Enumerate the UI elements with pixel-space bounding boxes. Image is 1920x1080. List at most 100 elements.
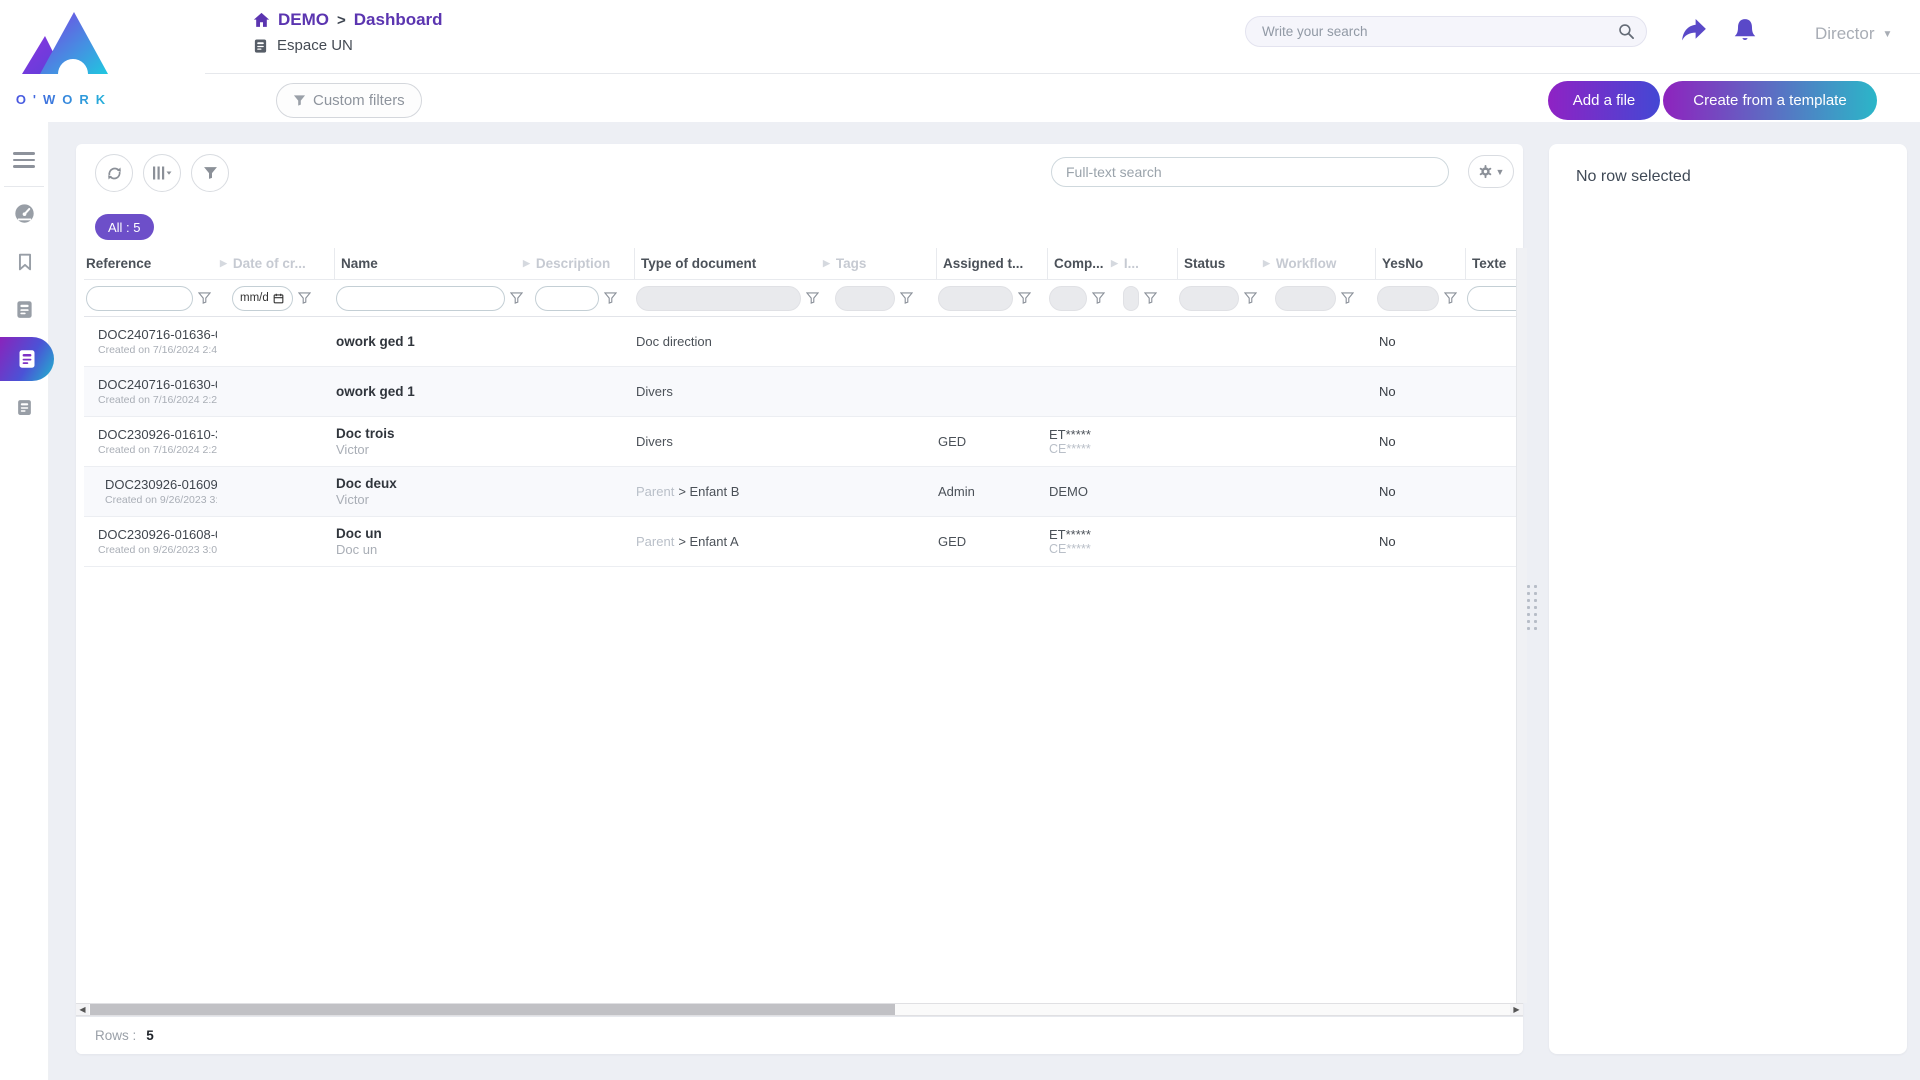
journal-icon xyxy=(17,349,37,369)
search-icon[interactable] xyxy=(1618,23,1635,40)
col-header-description[interactable]: ▶Description xyxy=(520,248,634,279)
funnel-icon[interactable] xyxy=(1018,292,1031,304)
filter-input-name[interactable] xyxy=(336,286,505,311)
col-header-texte[interactable]: Texte xyxy=(1465,248,1523,279)
add-file-button[interactable]: Add a file xyxy=(1548,81,1660,120)
yesno-cell: No xyxy=(1375,334,1465,349)
breadcrumb-current[interactable]: Dashboard xyxy=(354,10,443,30)
col-header-assigned[interactable]: Assigned t... xyxy=(936,248,1047,279)
filter-input-description[interactable] xyxy=(535,286,599,311)
col-header-reference[interactable]: Reference xyxy=(84,248,217,279)
fulltext-search-input[interactable] xyxy=(1051,157,1449,187)
yesno-cell: No xyxy=(1375,384,1465,399)
funnel-icon xyxy=(293,94,306,107)
col-header-i[interactable]: ▶I... xyxy=(1108,248,1177,279)
create-from-template-button[interactable]: Create from a template xyxy=(1663,81,1877,120)
col-header-name[interactable]: Name xyxy=(334,248,520,279)
assigned-cell: GED xyxy=(936,534,1047,549)
sidebar-item-documents[interactable] xyxy=(0,289,49,331)
table-row[interactable]: DOC230926-01610-3Created on 7/16/2024 2:… xyxy=(84,417,1523,467)
gear-icon xyxy=(1478,164,1493,179)
funnel-icon[interactable] xyxy=(1144,292,1157,304)
filter-input-date[interactable]: mm/d xyxy=(232,286,293,311)
filter-input-i xyxy=(1123,286,1139,311)
col-header-date[interactable]: ▶Date of cr... xyxy=(217,248,334,279)
detail-panel: No row selected xyxy=(1549,144,1907,1054)
menu-toggle-icon[interactable] xyxy=(13,152,35,168)
bookmark-icon xyxy=(16,252,34,272)
col-header-type[interactable]: Type of document xyxy=(634,248,820,279)
share-icon[interactable] xyxy=(1680,17,1708,43)
assigned-cell: Admin xyxy=(936,484,1047,499)
name-cell: owork ged 1 xyxy=(334,384,520,399)
bell-icon[interactable] xyxy=(1732,17,1758,44)
table-row[interactable]: DOC240716-01630-0Created on 7/16/2024 2:… xyxy=(84,367,1523,417)
journal-icon xyxy=(16,399,33,416)
funnel-icon[interactable] xyxy=(900,292,913,304)
funnel-icon[interactable] xyxy=(1444,292,1457,304)
filter-input-assigned xyxy=(938,286,1013,311)
table-filter-row: mm/d xyxy=(84,280,1523,317)
panel-resize-handle[interactable] xyxy=(1527,585,1540,637)
scroll-right-arrow-icon[interactable]: ▶ xyxy=(1510,1004,1523,1015)
col-header-status[interactable]: Status xyxy=(1177,248,1260,279)
type-cell: Parent> Enfant A xyxy=(634,534,820,549)
journal-icon xyxy=(15,300,34,319)
scroll-left-arrow-icon[interactable]: ◀ xyxy=(76,1004,89,1015)
top-header: O'WORK DEMO > Dashboard Espace UN Custom… xyxy=(0,0,1920,122)
breadcrumb-root[interactable]: DEMO xyxy=(278,10,329,30)
name-cell: Doc deuxVictor xyxy=(334,476,520,507)
all-count-badge[interactable]: All : 5 xyxy=(95,214,154,240)
name-cell: Doc unDoc un xyxy=(334,526,520,557)
assigned-cell: GED xyxy=(936,434,1047,449)
sidebar-item-bookmarks[interactable] xyxy=(0,241,49,283)
refresh-button[interactable] xyxy=(95,154,133,192)
sidebar-item-archive[interactable] xyxy=(0,387,49,429)
yesno-cell: No xyxy=(1375,434,1465,449)
name-cell: owork ged 1 xyxy=(334,334,520,349)
funnel-icon[interactable] xyxy=(806,292,819,304)
table-row[interactable]: DOC230926-01609-0Created on 9/26/2023 3:… xyxy=(84,467,1523,517)
table-row[interactable]: DOC240716-01636-0Created on 7/16/2024 2:… xyxy=(84,317,1523,367)
company-cell: ET*****CE***** xyxy=(1047,427,1108,456)
funnel-icon[interactable] xyxy=(1244,292,1257,304)
col-header-company[interactable]: Comp... xyxy=(1047,248,1108,279)
funnel-icon[interactable] xyxy=(1341,292,1354,304)
funnel-icon[interactable] xyxy=(198,292,211,304)
table-header-row: Reference ▶Date of cr... Name ▶Descripti… xyxy=(84,248,1523,280)
expand-caret-icon: ▶ xyxy=(823,258,830,269)
type-cell: Doc direction xyxy=(634,334,820,349)
filter-input-company xyxy=(1049,286,1087,311)
filter-input-tags xyxy=(835,286,895,311)
funnel-icon[interactable] xyxy=(1092,292,1105,304)
col-header-tags[interactable]: ▶Tags xyxy=(820,248,936,279)
user-role-label: Director xyxy=(1815,24,1875,44)
table-row[interactable]: DOC230926-01608-0Created on 9/26/2023 3:… xyxy=(84,517,1523,567)
col-header-workflow[interactable]: ▶Workflow xyxy=(1260,248,1375,279)
col-header-yesno[interactable]: YesNo xyxy=(1375,248,1465,279)
yesno-cell: No xyxy=(1375,534,1465,549)
vertical-scrollbar[interactable] xyxy=(1516,248,1527,1003)
custom-filters-button[interactable]: Custom filters xyxy=(276,83,422,118)
horizontal-scrollbar-thumb[interactable] xyxy=(90,1004,895,1015)
header-divider xyxy=(205,73,1920,74)
filter-input-texte[interactable] xyxy=(1467,286,1523,311)
home-icon[interactable] xyxy=(253,12,270,28)
sidebar-divider xyxy=(4,186,44,187)
user-role-menu[interactable]: Director ▼ xyxy=(1815,24,1892,44)
horizontal-scrollbar[interactable]: ◀ ▶ xyxy=(76,1003,1523,1016)
sidebar-item-ged-active[interactable] xyxy=(0,337,54,381)
breadcrumb: DEMO > Dashboard Espace UN xyxy=(253,10,443,54)
filter-input-reference[interactable] xyxy=(86,286,193,311)
columns-button[interactable] xyxy=(143,154,181,192)
app-logo[interactable]: O'WORK xyxy=(14,6,114,109)
table-settings-button[interactable]: ▼ xyxy=(1468,155,1514,188)
filter-button[interactable] xyxy=(191,154,229,192)
global-search-input[interactable] xyxy=(1245,16,1647,47)
funnel-icon[interactable] xyxy=(298,292,311,304)
sidebar-item-dashboard[interactable] xyxy=(0,193,49,235)
rows-count: 5 xyxy=(146,1028,154,1043)
funnel-icon[interactable] xyxy=(604,292,617,304)
logo-text: O'WORK xyxy=(16,92,112,107)
filter-input-status xyxy=(1179,286,1239,311)
